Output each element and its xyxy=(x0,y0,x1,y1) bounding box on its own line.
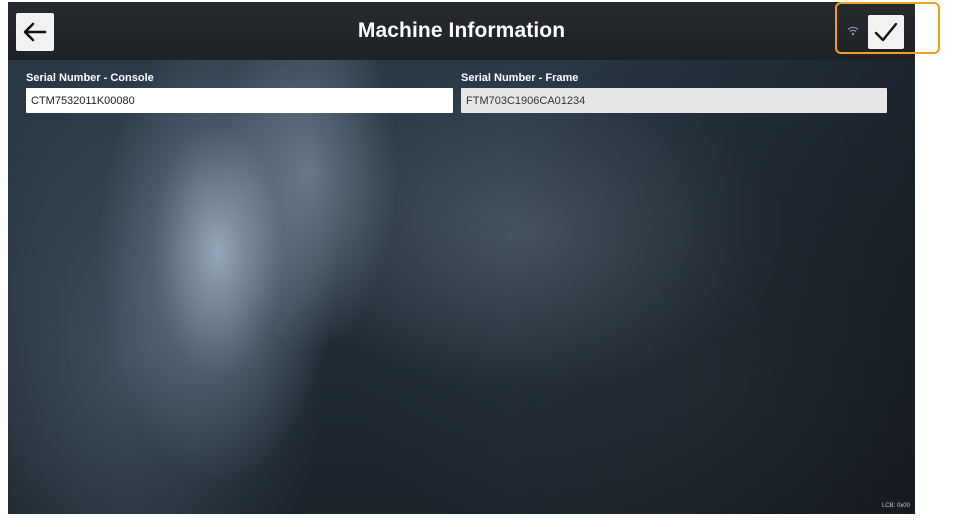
console-serial-field: Serial Number - Console xyxy=(26,72,453,113)
lcb-status-text: LCB: 0x00 xyxy=(881,503,910,509)
wifi-icon xyxy=(847,26,859,36)
frame-serial-label: Serial Number - Frame xyxy=(461,72,579,84)
page-title: Machine Information xyxy=(357,19,566,42)
frame-serial-field: Serial Number - Frame xyxy=(461,72,887,113)
console-serial-input[interactable] xyxy=(26,88,453,113)
checkmark-icon xyxy=(874,22,898,42)
confirm-button[interactable] xyxy=(868,15,904,49)
frame-serial-input[interactable] xyxy=(461,88,887,113)
console-serial-label: Serial Number - Console xyxy=(26,72,154,84)
machine-information-screen: Machine Information Serial Number - Cons… xyxy=(8,2,915,514)
header-bar: Machine Information xyxy=(8,2,915,60)
